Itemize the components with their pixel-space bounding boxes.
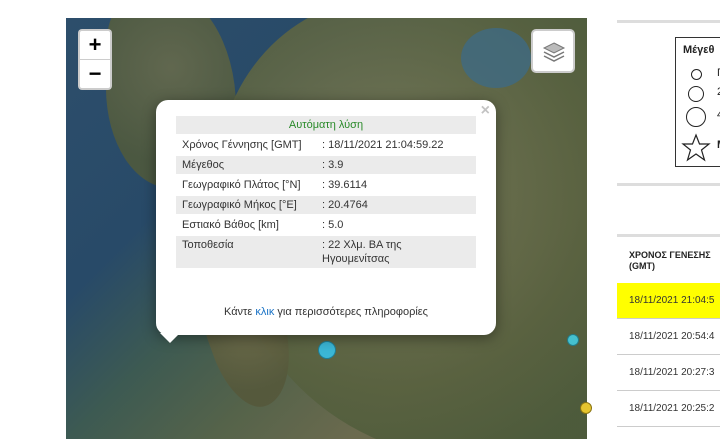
more-info-line: Κάντε κλικ για περισσότερες πληροφορίες <box>156 306 496 318</box>
info-key: Γεωγραφικό Πλάτος [°N] <box>182 179 301 191</box>
popup-tip <box>160 333 180 343</box>
earthquake-marker-selected[interactable] <box>318 341 336 359</box>
info-value: : 18/11/2021 21:04:59.22 <box>322 139 444 151</box>
zoom-control: + − <box>78 29 112 90</box>
divider <box>617 20 720 23</box>
header-line: ΧΡΟΝΟΣ ΓΕΝΕΣΗΣ <box>629 250 711 260</box>
recent-table-header: ΧΡΟΝΟΣ ΓΕΝΕΣΗΣ (GMT) <box>629 250 711 272</box>
info-key: Τοποθεσία <box>176 236 316 268</box>
info-key: Χρόνος Γέννησης [GMT] <box>182 139 302 151</box>
earthquake-marker[interactable] <box>567 334 579 346</box>
zoom-in-button[interactable]: + <box>80 31 110 59</box>
more-prefix: Κάντε <box>224 306 256 318</box>
legend-title: Μέγεθ <box>683 44 715 56</box>
info-value: : 22 Χλμ. ΒΑ της Ηγουμενίτσας <box>316 236 476 268</box>
legend-circle-icon <box>691 69 702 80</box>
layers-icon <box>542 42 566 62</box>
table-row[interactable]: 18/11/2021 20:25:2 <box>617 391 720 427</box>
popup-header: Αυτόματη λύση <box>176 116 476 134</box>
more-suffix: για περισσότερες πληροφορίες <box>274 306 428 318</box>
more-info-link[interactable]: κλικ <box>255 306 274 318</box>
info-key: Μέγεθος <box>176 156 316 174</box>
legend-circle-icon <box>688 86 704 102</box>
zoom-out-button[interactable]: − <box>80 59 110 88</box>
info-key: Εστιακό Βάθος [km] <box>182 219 279 231</box>
info-key: Γεωγραφικό Μήκος [°E] <box>176 196 316 214</box>
star-icon <box>681 133 711 162</box>
divider <box>617 183 720 186</box>
table-row[interactable]: 18/11/2021 20:27:3 <box>617 355 720 391</box>
magnitude-legend: Μέγεθ Γ 2 4 M <box>675 37 720 167</box>
info-value: : 39.6114 <box>322 179 368 191</box>
map-lake <box>461 28 531 88</box>
layers-button[interactable] <box>531 29 575 73</box>
earthquake-marker[interactable] <box>580 402 592 414</box>
close-icon[interactable]: × <box>481 102 490 120</box>
table-row[interactable]: 18/11/2021 20:54:4 <box>617 319 720 355</box>
table-row[interactable]: 18/11/2021 21:04:5 <box>617 283 720 319</box>
divider <box>617 234 720 237</box>
earthquake-info-table: Αυτόματη λύση Χρόνος Γέννησης [GMT] : 18/… <box>176 114 476 270</box>
info-value: : 20.4764 <box>316 196 476 214</box>
earthquake-popup: × Αυτόματη λύση Χρόνος Γέννησης [GMT] : 1… <box>156 100 496 335</box>
header-line: (GMT) <box>629 261 655 271</box>
info-value: : 3.9 <box>316 156 476 174</box>
info-value: : 5.0 <box>322 219 344 231</box>
legend-circle-icon <box>686 107 706 127</box>
